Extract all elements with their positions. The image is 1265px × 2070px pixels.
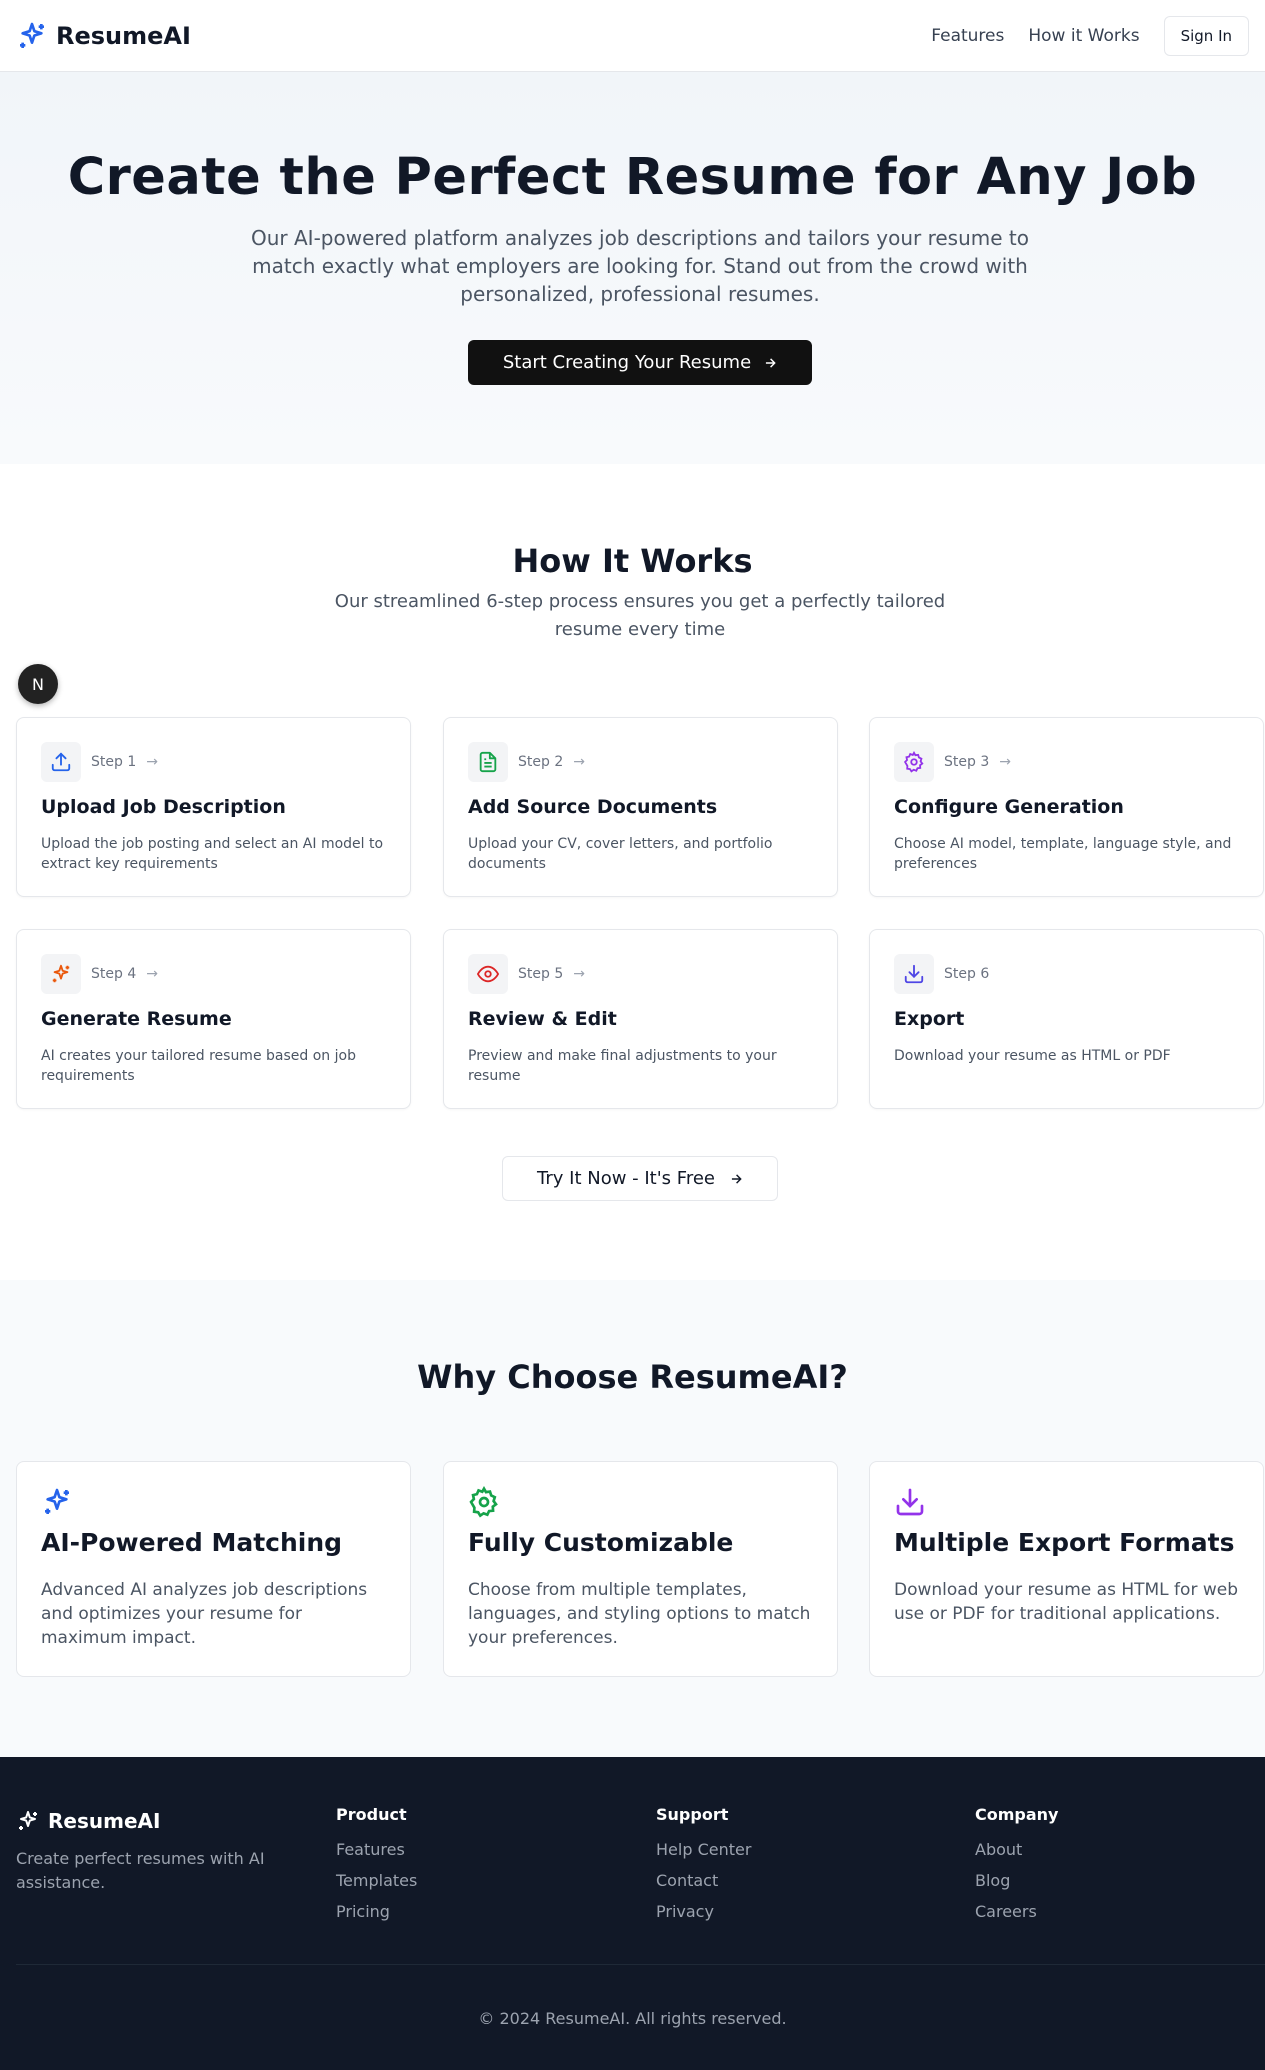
step-card: Step 1 → Upload Job Description Upload t…: [16, 717, 411, 897]
feature-title: AI-Powered Matching: [41, 1528, 343, 1557]
sign-in-button[interactable]: Sign In: [1163, 15, 1249, 56]
footer-tagline: Create perfect resumes with AI assistanc…: [16, 1849, 265, 1892]
hero-section: Create the Perfect Resume for Any Job Ou…: [0, 72, 1265, 464]
footer-link-blog[interactable]: Blog: [975, 1871, 1058, 1890]
footer-link-features[interactable]: Features: [336, 1840, 417, 1859]
footer-heading: Company: [975, 1805, 1059, 1824]
footer-heading: Support: [656, 1805, 729, 1824]
why-choose-title: Why Choose ResumeAI?: [417, 1358, 848, 1396]
start-creating-button[interactable]: Start Creating Your Resume: [468, 340, 812, 385]
step-label: Step 5: [518, 966, 564, 982]
footer-column-product: Product Features Templates Pricing: [336, 1805, 417, 1933]
step-card: Step 6 Export Download your resume as HT…: [869, 929, 1264, 1109]
arrow-right-icon: [731, 1173, 742, 1184]
arrow-right-icon: →: [573, 754, 585, 770]
footer-link-help-center[interactable]: Help Center: [656, 1840, 751, 1859]
step-description: Upload your CV, cover letters, and portf…: [468, 836, 773, 872]
step-label: Step 1: [91, 754, 137, 770]
site-header: ResumeAI Features How it Works Sign In: [0, 0, 1265, 72]
site-footer: ResumeAI Create perfect resumes with AI …: [0, 1757, 1265, 2070]
step-description: Preview and make final adjustments to yo…: [468, 1048, 777, 1084]
feature-title: Fully Customizable: [468, 1528, 734, 1557]
feature-card: Fully Customizable Choose from multiple …: [443, 1461, 838, 1677]
nav-how-it-works[interactable]: How it Works: [1028, 26, 1139, 46]
footer-brand[interactable]: ResumeAI: [16, 1809, 160, 1833]
settings-icon: [469, 1486, 498, 1518]
footer-brand-name: ResumeAI: [48, 1809, 161, 1833]
sparkles-icon: [20, 22, 44, 48]
step-card: Step 3 → Configure Generation Choose AI …: [869, 717, 1264, 897]
step-description: Upload the job posting and select an AI …: [41, 836, 384, 872]
nav-features[interactable]: Features: [931, 26, 1004, 46]
step-title: Upload Job Description: [41, 796, 286, 818]
sparkles-icon: [45, 1488, 69, 1514]
how-it-works-section: How It Works Our streamlined 6-step proc…: [0, 464, 1265, 1280]
step-label: Step 2: [518, 754, 564, 770]
step-card: Step 4 → Generate Resume AI creates your…: [16, 929, 411, 1109]
feature-description: Download your resume as HTML for web use…: [894, 1580, 1238, 1624]
step-card: Step 2 → Add Source Documents Upload you…: [443, 717, 838, 897]
feature-card: AI-Powered Matching Advanced AI analyzes…: [16, 1461, 411, 1677]
footer-heading: Product: [336, 1805, 407, 1824]
footer-column-support: Support Help Center Contact Privacy: [656, 1805, 751, 1933]
settings-icon: [894, 742, 934, 782]
step-label: Step 4: [91, 966, 137, 982]
step-title: Configure Generation: [894, 796, 1124, 818]
footer-link-templates[interactable]: Templates: [336, 1871, 417, 1890]
step-title: Add Source Documents: [468, 796, 718, 818]
feature-card: Multiple Export Formats Download your re…: [869, 1461, 1264, 1677]
arrow-right-icon: →: [573, 966, 585, 982]
brand-logo[interactable]: ResumeAI: [16, 20, 191, 52]
try-it-now-button[interactable]: Try It Now - It's Free: [502, 1156, 778, 1201]
arrow-right-icon: →: [999, 754, 1011, 770]
sparkles-icon: [41, 954, 81, 994]
arrow-right-icon: →: [146, 754, 158, 770]
step-label: Step 6: [944, 966, 990, 982]
footer-divider: [16, 1964, 1265, 1965]
hero-title: Create the Perfect Resume for Any Job: [67, 148, 1198, 207]
feature-title: Multiple Export Formats: [894, 1528, 1235, 1557]
arrow-right-icon: [766, 357, 776, 368]
main-nav: Features How it Works Sign In: [931, 15, 1249, 56]
why-choose-section: Why Choose ResumeAI? AI-Powered Matching…: [0, 1280, 1265, 1757]
feature-description: Choose from multiple templates, language…: [468, 1580, 811, 1648]
eye-icon: [468, 954, 508, 994]
footer-column-company: Company About Blog Careers: [975, 1805, 1058, 1933]
dev-badge[interactable]: N: [18, 664, 58, 704]
sparkles-icon: [19, 1811, 37, 1830]
footer-link-about[interactable]: About: [975, 1840, 1058, 1859]
copyright-text: © 2024 ResumeAI. All rights reserved.: [478, 2009, 787, 2028]
step-title: Review & Edit: [468, 1008, 617, 1030]
arrow-right-icon: →: [146, 966, 158, 982]
step-title: Generate Resume: [41, 1008, 232, 1030]
hero-subtitle: Our AI-powered platform analyzes job des…: [250, 226, 1030, 306]
footer-link-careers[interactable]: Careers: [975, 1902, 1058, 1921]
step-card: Step 5 → Review & Edit Preview and make …: [443, 929, 838, 1109]
how-it-works-subtitle: Our streamlined 6-step process ensures y…: [334, 591, 946, 640]
feature-description: Advanced AI analyzes job descriptions an…: [41, 1580, 368, 1648]
step-description: AI creates your tailored resume based on…: [41, 1048, 356, 1084]
try-it-now-label: Try It Now - It's Free: [537, 1168, 715, 1189]
step-description: Download your resume as HTML or PDF: [894, 1048, 1171, 1064]
step-description: Choose AI model, template, language styl…: [894, 836, 1232, 872]
start-creating-label: Start Creating Your Resume: [502, 352, 752, 373]
footer-link-privacy[interactable]: Privacy: [656, 1902, 751, 1921]
footer-link-pricing[interactable]: Pricing: [336, 1902, 417, 1921]
file-text-icon: [468, 742, 508, 782]
step-label: Step 3: [944, 754, 990, 770]
download-icon: [896, 1488, 924, 1516]
upload-icon: [41, 742, 81, 782]
brand-name: ResumeAI: [56, 21, 191, 50]
step-title: Export: [894, 1008, 965, 1030]
footer-link-contact[interactable]: Contact: [656, 1871, 751, 1890]
download-icon: [894, 954, 934, 994]
how-it-works-title: How It Works: [512, 542, 753, 580]
